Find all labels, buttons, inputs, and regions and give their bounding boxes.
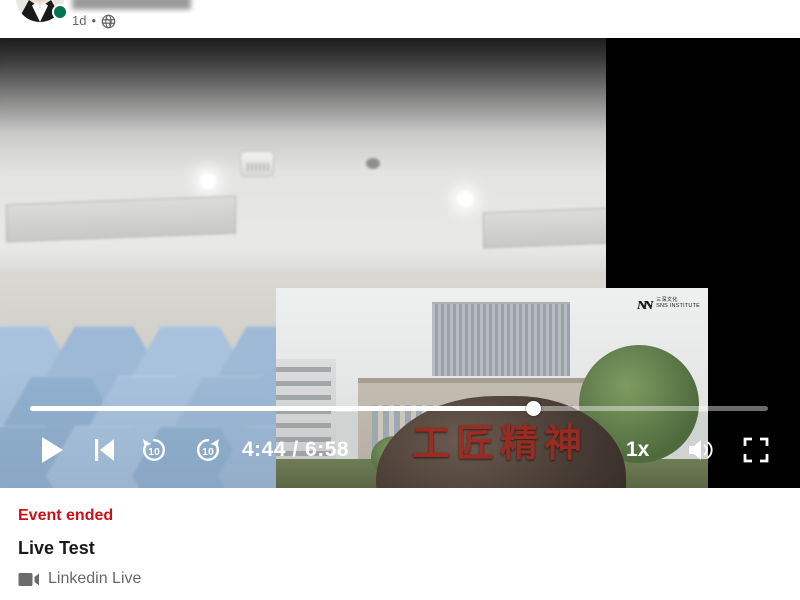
- pip-tower-building: [431, 302, 570, 376]
- svg-text:10: 10: [148, 446, 160, 458]
- video-player[interactable]: ɴɴ 三深文化 SNS INSTITUTE 工匠精神 旗下呢有三大板块的核心业务: [0, 38, 800, 488]
- playback-speed-button[interactable]: 1x: [626, 422, 649, 478]
- progress-bar[interactable]: [30, 398, 768, 420]
- pip-channel-logo: ɴɴ 三深文化 SNS INSTITUTE: [637, 294, 700, 314]
- control-buttons-row: 10 10 4:44 / 6:58 1x: [0, 422, 800, 478]
- post-author-headline: ██████████████: [72, 0, 192, 9]
- avatar[interactable]: [16, 0, 68, 22]
- globe-icon: [101, 14, 116, 29]
- presence-indicator: [52, 4, 68, 20]
- time-display: 4:44 / 6:58: [242, 438, 350, 461]
- player-controls: 10 10 4:44 / 6:58 1x: [0, 392, 800, 488]
- post-timestamp: 1d: [72, 13, 87, 28]
- linkedin-post-video-page: █████████████████████ ██████████████ 1d …: [0, 0, 800, 600]
- pip-logo-mark: ɴɴ: [637, 294, 653, 313]
- post-time-row: 1d •: [72, 11, 280, 31]
- avatar-head: [30, 0, 50, 2]
- event-status-badge: Event ended: [18, 507, 114, 524]
- fullscreen-button[interactable]: [736, 422, 776, 478]
- volume-button[interactable]: [682, 422, 722, 478]
- rewind-10-button[interactable]: 10: [132, 422, 176, 478]
- forward-10-button[interactable]: 10: [186, 422, 230, 478]
- separator-dot: •: [91, 13, 97, 28]
- pip-logo-english: SNS INSTITUTE: [656, 302, 700, 309]
- event-source-label: Linkedin Live: [48, 570, 142, 587]
- previous-button[interactable]: [84, 422, 124, 478]
- play-button[interactable]: [32, 422, 72, 478]
- event-source-row: Linkedin Live: [18, 569, 782, 589]
- event-footer: Event ended Live Test Linkedin Live: [0, 488, 800, 600]
- event-title[interactable]: Live Test: [18, 537, 782, 559]
- progress-handle[interactable]: [526, 401, 542, 416]
- post-meta: █████████████████████ ██████████████ 1d …: [72, 0, 280, 31]
- video-camera-icon: [18, 572, 40, 587]
- svg-text:10: 10: [202, 446, 214, 458]
- progress-played: [30, 406, 534, 411]
- post-header: █████████████████████ ██████████████ 1d …: [0, 0, 800, 38]
